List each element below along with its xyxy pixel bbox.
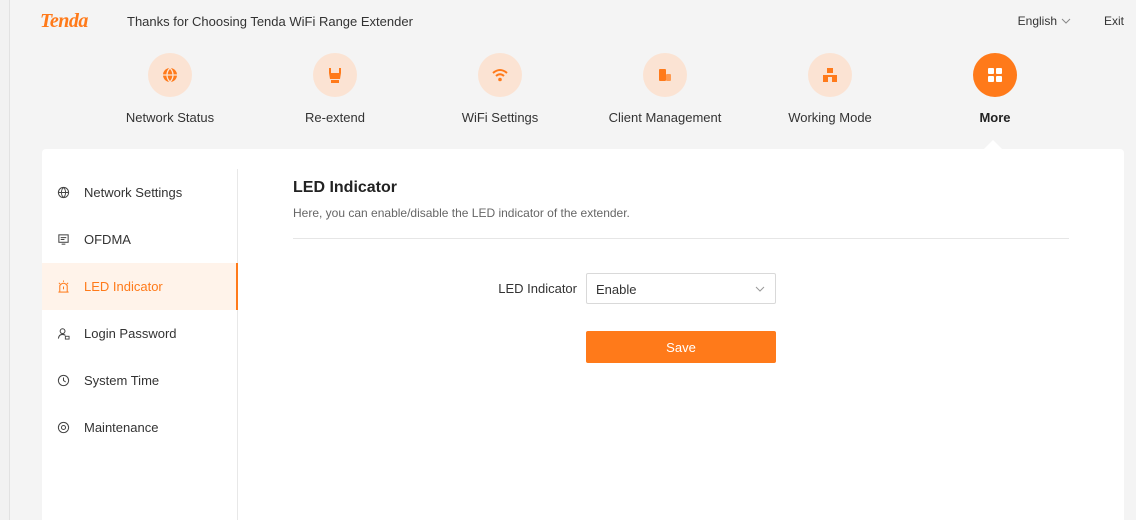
sidebar-item-system-time[interactable]: System Time: [42, 357, 237, 404]
sidebar-item-ofdma[interactable]: OFDMA: [42, 216, 237, 263]
maintenance-icon: [56, 421, 70, 435]
sidebar-item-label: LED Indicator: [84, 279, 163, 294]
sidebar-item-label: Login Password: [84, 326, 177, 341]
nav-label: WiFi Settings: [461, 110, 539, 125]
divider: [293, 238, 1069, 239]
chevron-down-icon: [1061, 18, 1071, 24]
nav-client-management[interactable]: Client Management: [595, 53, 735, 125]
tenda-logo: Tenda: [40, 10, 88, 32]
save-button[interactable]: Save: [586, 331, 776, 363]
led-indicator-label: LED Indicator: [498, 281, 577, 296]
nav-label: Working Mode: [788, 110, 872, 125]
nav-network-status[interactable]: Network Status: [100, 53, 240, 125]
sidebar-item-login-password[interactable]: Login Password: [42, 310, 237, 357]
slogan: Thanks for Choosing Tenda WiFi Range Ext…: [127, 14, 413, 29]
main-nav: Network Status Re-extend WiFi Settings C…: [10, 53, 1136, 133]
globe-icon: [148, 53, 192, 97]
user-lock-icon: [56, 327, 70, 341]
led-indicator-value: Enable: [596, 282, 637, 297]
language-selector[interactable]: English: [1018, 14, 1071, 28]
nav-wifi-settings[interactable]: WiFi Settings: [430, 53, 570, 125]
exit-link[interactable]: Exit: [1104, 14, 1124, 28]
sidebar-item-label: OFDMA: [84, 232, 131, 247]
nav-label: More: [979, 110, 1011, 125]
extender-icon: [313, 53, 357, 97]
active-tab-pointer: [984, 140, 1002, 149]
sidebar-item-network-settings[interactable]: Network Settings: [42, 169, 237, 216]
nav-working-mode[interactable]: Working Mode: [760, 53, 900, 125]
chevron-down-icon: [755, 286, 765, 292]
top-bar: Tenda Thanks for Choosing Tenda WiFi Ran…: [10, 0, 1136, 44]
sidebar: Network Settings OFDMA LED Indicator Log…: [42, 169, 238, 520]
sidebar-item-led-indicator[interactable]: LED Indicator: [42, 263, 238, 310]
nav-label: Network Status: [125, 110, 215, 125]
nav-label: Re-extend: [305, 110, 365, 125]
nav-re-extend[interactable]: Re-extend: [265, 53, 405, 125]
page-description: Here, you can enable/disable the LED ind…: [293, 206, 630, 220]
wifi-icon: [478, 53, 522, 97]
sidebar-item-maintenance[interactable]: Maintenance: [42, 404, 237, 451]
sidebar-item-label: System Time: [84, 373, 160, 388]
globe-icon: [56, 186, 70, 200]
clock-icon: [56, 374, 70, 388]
page-title: LED Indicator: [293, 179, 398, 196]
app-window: Tenda Thanks for Choosing Tenda WiFi Ran…: [9, 0, 1136, 520]
sidebar-item-label: Maintenance: [84, 420, 159, 435]
grid-icon: [973, 53, 1017, 97]
main-panel: LED Indicator Here, you can enable/disab…: [293, 179, 1069, 363]
nav-more[interactable]: More: [925, 53, 1065, 125]
ofdma-icon: [56, 233, 70, 247]
content-card: Network Settings OFDMA LED Indicator Log…: [42, 149, 1124, 520]
language-label: English: [1017, 14, 1057, 28]
mode-icon: [808, 53, 852, 97]
sidebar-item-label: Network Settings: [84, 185, 183, 200]
led-icon: [56, 280, 70, 294]
led-indicator-row: LED Indicator Enable: [293, 273, 1069, 305]
led-indicator-select[interactable]: Enable: [586, 273, 776, 304]
clients-icon: [643, 53, 687, 97]
nav-label: Client Management: [608, 110, 722, 125]
